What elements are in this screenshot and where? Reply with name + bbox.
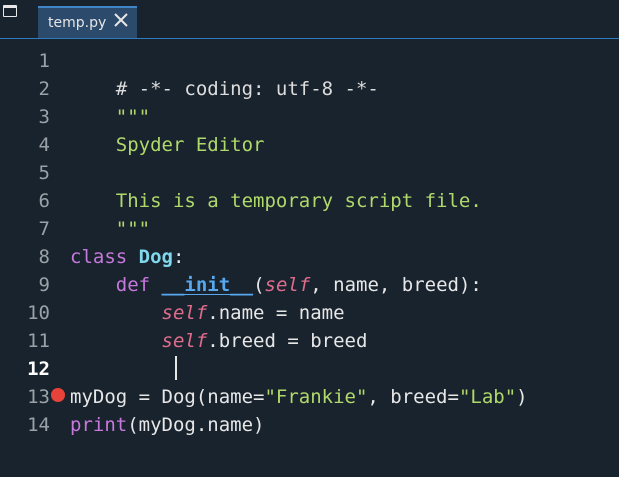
code-text: myDog = Dog(name=	[70, 386, 265, 408]
comment-token: # -*- coding: utf-8 -*-	[115, 78, 379, 100]
class-name-token: Dog	[138, 246, 173, 268]
close-icon[interactable]	[112, 11, 130, 29]
line-number: 6	[38, 190, 50, 212]
function-name-token: __init__	[161, 274, 254, 296]
line-number: 8	[38, 246, 50, 268]
line-number: 4	[38, 134, 50, 156]
breakpoint-icon[interactable]	[51, 388, 65, 402]
keyword-token: def	[115, 274, 151, 296]
code-line: def __init__(self, name, breed):	[70, 271, 482, 299]
self-token: self	[161, 330, 208, 352]
code-text: , breed=	[367, 386, 459, 408]
line-number: 1	[38, 50, 50, 72]
code-text: .name = name	[207, 302, 345, 324]
string-token: Spyder Editor	[115, 134, 265, 156]
string-token: "Lab"	[458, 386, 517, 408]
code-text: , name, breed):	[310, 274, 482, 296]
code-line: class Dog:	[70, 243, 184, 271]
code-line: self.breed = breed	[70, 327, 368, 355]
self-token: self	[161, 302, 208, 324]
self-token: self	[264, 274, 311, 296]
line-number-gutter[interactable]: 1 2 3 4 5 6 7 8 9 10 11 12 13 14	[0, 40, 66, 477]
line-number: 5	[38, 162, 50, 184]
code-line: print(myDog.name)	[70, 411, 264, 439]
text-cursor	[175, 356, 177, 380]
code-line: self.name = name	[70, 299, 345, 327]
line-number: 11	[27, 330, 50, 352]
line-number: 10	[27, 302, 50, 324]
code-text: (myDog.name)	[127, 414, 265, 436]
line-number: 13	[27, 386, 50, 408]
line-number: 9	[38, 274, 50, 296]
tab-temp-py[interactable]: temp.py	[38, 6, 137, 39]
string-token: """	[115, 218, 151, 240]
code-line: myDog = Dog(name="Frankie", breed="Lab")	[70, 383, 528, 411]
line-number: 7	[38, 218, 50, 240]
tab-bar-divider	[0, 38, 619, 39]
editor-tab-bar: temp.py	[0, 0, 619, 40]
line-number-current: 12	[27, 358, 50, 380]
keyword-token: class	[70, 246, 128, 268]
line-number: 2	[38, 78, 50, 100]
string-token: "Frankie"	[264, 386, 368, 408]
line-number: 14	[27, 414, 50, 436]
tab-label: temp.py	[48, 15, 107, 31]
punctuation-token: :	[172, 246, 185, 268]
window-options-icon[interactable]	[3, 5, 17, 17]
punctuation-token: )	[516, 386, 528, 408]
line-number: 3	[38, 106, 50, 128]
punctuation-token: (	[253, 274, 265, 296]
string-token: This is a temporary script file.	[115, 190, 482, 212]
builtin-token: print	[70, 414, 128, 436]
code-text: .breed = breed	[207, 330, 368, 352]
